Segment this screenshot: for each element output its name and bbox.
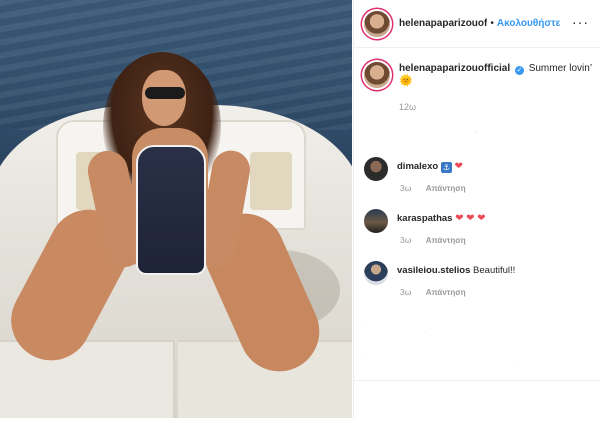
comment-item: dimalexo ⚓ ❤ [364,157,594,181]
comment-meta: 3ω Απάντηση [400,235,466,245]
follow-button[interactable]: Ακολουθήστε [497,18,561,29]
post-caption: helenapaparizouofficial ✓ Summer lovin’ … [364,62,594,88]
heart-emoji-icon: ❤ [466,213,475,224]
faint-mark: . [366,318,368,325]
caption-timestamp[interactable]: 12ω [399,102,416,112]
faint-mark: . [366,350,368,357]
reply-button[interactable]: Απάντηση [426,184,466,193]
comment-timestamp[interactable]: 3ω [400,235,411,245]
comment-timestamp[interactable]: 3ω [400,183,411,193]
reply-button[interactable]: Απάντηση [426,236,466,245]
header-separator: • [490,18,494,29]
comment-meta: 3ω Απάντηση [400,183,466,193]
comment-avatar[interactable] [364,261,388,285]
comment-username-link[interactable]: vasileiou.stelios [397,265,470,276]
post-photo[interactable] [0,0,352,418]
comment-item: karaspathas ❤ ❤ ❤ [364,209,594,233]
comment-timestamp[interactable]: 3ω [400,287,411,297]
comment-body: dimalexo ⚓ ❤ [397,157,463,173]
verified-badge-icon: ✓ [514,66,524,75]
heart-emoji-icon: ❤ [477,213,486,224]
panel-divider [354,380,600,381]
comment-username-link[interactable]: karaspathas [397,213,452,224]
heart-emoji-icon: ❤ [455,213,464,224]
heart-emoji-icon: ❤ [454,161,463,172]
post-header: helenapaparizouof • Ακολουθήστε ··· [354,0,600,48]
caption-username-link[interactable]: helenapaparizouofficial [399,63,510,74]
divider-dot: . [475,128,477,135]
caption-text-block: helenapaparizouofficial ✓ Summer lovin’ … [399,62,594,88]
reply-button[interactable]: Απάντηση [426,288,466,297]
post-side-panel: helenapaparizouof • Ακολουθήστε ··· hele… [353,0,600,418]
comment-body: karaspathas ❤ ❤ ❤ [397,209,486,225]
comment-avatar[interactable] [364,157,388,181]
comment-username-link[interactable]: dimalexo [397,161,438,172]
caption-author-avatar[interactable] [364,62,390,88]
swimsuit [136,145,206,275]
comment-avatar[interactable] [364,209,388,233]
caption-text: Summer lovin’ [528,63,592,74]
faint-mark: . [514,360,516,367]
more-options-icon[interactable]: ··· [572,15,589,29]
comment-item: vasileiou.stelios Beautiful!! [364,261,594,285]
anchor-emoji-icon: ⚓ [440,162,452,173]
sun-emoji-icon: 🌞 [399,75,413,87]
faint-mark: . [424,328,426,335]
comment-text: Beautiful!! [473,265,516,276]
comment-meta: 3ω Απάντηση [400,287,466,297]
author-username-link[interactable]: helenapaparizouof [399,18,487,29]
author-avatar[interactable] [364,10,390,37]
sunglasses [145,87,185,99]
boat-panel-right [250,152,292,210]
comment-body: vasileiou.stelios Beautiful!! [397,261,515,277]
